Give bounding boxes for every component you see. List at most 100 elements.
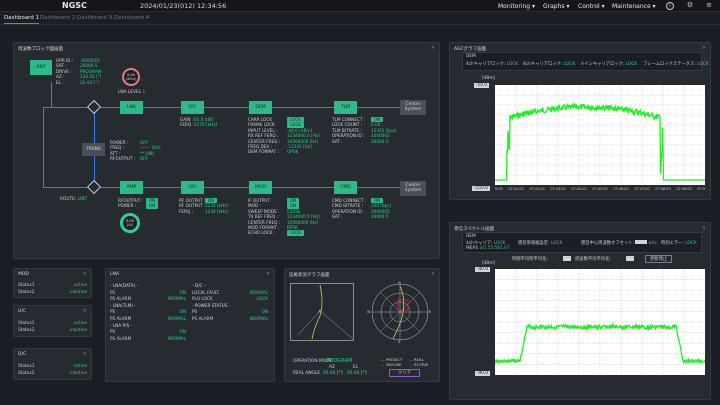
clock: 2024/01/23(012) 12:34:56 (140, 2, 227, 10)
trans-status: POWER : OFF FREQ : ------- [Hz] ATT : ** [d… (110, 140, 161, 162)
tab-dashboard-4[interactable]: Dashboard 4 (114, 15, 149, 21)
close-icon[interactable]: × (83, 271, 87, 277)
operation-mode-value: PROGRAM (327, 358, 353, 364)
close-icon[interactable]: × (83, 351, 87, 357)
x-tick-label: 07:44:00 (571, 187, 586, 191)
lna-level-label: LNA LEVEL 1 (118, 90, 146, 95)
menu-control[interactable]: Control ▾ (578, 3, 605, 10)
uc-block[interactable]: U/C (181, 181, 204, 194)
status-value: NORMAL (249, 315, 268, 321)
compass-n: N (398, 281, 401, 285)
dem-lock-strip: DEM 4chキャリアロック: LOCK 8chキャリアロック: LOCK メイ… (462, 52, 709, 71)
close-icon[interactable]: × (702, 225, 706, 231)
status-row: PLO LOCK LOCK (192, 296, 268, 303)
dc-panel: D/C × Status1 active Status2 inactive (13, 348, 92, 380)
close-icon[interactable]: × (83, 308, 87, 314)
spec-ytop[interactable]: -40.0 (475, 267, 491, 272)
panel-title: 追尾状況グラフ画面 (289, 273, 330, 278)
compass-w: W (367, 310, 371, 314)
tab-dashboard-1[interactable]: Dashboard 1 (4, 15, 40, 24)
tracking-panel: 追尾状況グラフ画面 × N E S W OPERATION MODE PROGRA… (284, 268, 440, 382)
menu-maintenance[interactable]: Maintenance ▾ (612, 3, 656, 10)
dem-status: CARR LOCK LOCK FRAME LOCK LOCK INPUT LEVEL… (248, 117, 320, 155)
stop-update-button[interactable]: 更新停止 (645, 255, 673, 263)
trans-block[interactable]: TRANS (82, 143, 105, 156)
status-key: PS ALARM (192, 315, 214, 321)
tab-dashboard-2[interactable]: Dashboard 2 (40, 15, 75, 21)
x-tick-label: 07:46:00 (613, 187, 628, 191)
menu-graphs[interactable]: Graphs ▾ (543, 3, 569, 10)
x-tick-label: 07:45:00 (592, 187, 607, 191)
status-value: NORMAL (249, 289, 268, 295)
status-key: PS ALARM (110, 296, 132, 302)
cmd-status: CMD CONNECT : ON CMD BITRATE :240 [bps] O… (332, 198, 392, 220)
x-tick-label: 07:47:00 (634, 187, 649, 191)
close-icon[interactable]: × (431, 271, 435, 277)
panel-title: U/C (18, 309, 26, 314)
uc-status: RF OUTPUT : ON RF OUTPUT :1234 [kHz] FERQ… (179, 198, 229, 214)
status-row: PS ALARM NORMAL (110, 336, 186, 343)
agc-ybot[interactable]: -150.0 (472, 186, 490, 191)
mod-block[interactable]: MOD (249, 181, 272, 194)
status-row: PS ON (192, 309, 268, 316)
tlm-block[interactable]: TLM (334, 101, 357, 114)
status-value: ON (179, 329, 186, 335)
dc-block[interactable]: D/C (181, 101, 204, 114)
x-tick-label: 07:42:00 (529, 187, 544, 191)
menu-monitoring[interactable]: Monitoring ▾ (498, 3, 535, 10)
compass-s: S (398, 340, 401, 343)
freq-avg-input[interactable] (626, 256, 634, 261)
time-avg-input[interactable] (563, 256, 571, 261)
uc-panel: U/C × Status1 active Status2 inactive (13, 305, 92, 337)
legend-skyline: — SKYLINE (381, 362, 402, 367)
amp-block[interactable]: AMP (120, 181, 143, 194)
route-label: ROUTE: LINT (60, 197, 88, 202)
splitter-diamond (86, 179, 102, 195)
status-row: PS ON (110, 329, 186, 336)
status-key: PS ALARM (110, 335, 132, 341)
dashboard-tabs: Dashboard 1 Dashboard 2 Dashboard 3 Dash… (0, 13, 720, 25)
target-box (397, 299, 409, 311)
splitter-diamond (86, 99, 102, 115)
x-tick-label: 07:41:00 (508, 187, 523, 191)
section-heading: - D/C - (192, 283, 206, 288)
top-bar: NGSC 2024/01/23(012) 12:34:56 Monitoring… (0, 0, 720, 12)
polar-plot: N E S W (367, 281, 431, 343)
close-icon[interactable]: × (266, 271, 270, 277)
dem-block[interactable]: DEM (249, 101, 272, 114)
legend-rf-trip: — RF-TRIP (409, 362, 429, 367)
agc-unit: [dBm] (482, 76, 496, 81)
status-value: ON (179, 289, 186, 295)
lna-block[interactable]: LNA (120, 101, 143, 114)
current-position-dot (318, 309, 322, 313)
info-icon[interactable]: i (666, 1, 674, 10)
status-row: PS ON (110, 290, 186, 297)
el-value: 90.00 (347, 371, 360, 376)
compass-e: E (429, 310, 431, 314)
az-value: 90.00 (323, 371, 336, 376)
az-el-plot (290, 283, 354, 341)
section-heading: - LNA(DATA) - (110, 283, 139, 288)
signal-line (43, 107, 44, 187)
status-value: NORMAL (167, 296, 186, 302)
panel-title: D/C (18, 352, 27, 357)
spec-ybot[interactable]: -90.0 (475, 371, 491, 376)
tab-dashboard-3[interactable]: Dashboard 3 (77, 15, 112, 21)
status-value: ON (179, 309, 186, 315)
clear-button[interactable]: クリア (389, 369, 420, 377)
gear-icon[interactable]: ⚙ (686, 1, 694, 10)
ant-block[interactable]: ANT (30, 60, 52, 75)
center-system-block[interactable]: Center System (400, 100, 426, 115)
close-icon[interactable]: × (702, 45, 706, 51)
amp-status: RFOUTPUT : ON POWER : ON (118, 198, 158, 209)
agc-ytop[interactable]: -50.0 (474, 83, 490, 88)
center-system-block[interactable]: Center System (400, 181, 426, 196)
mod-status: IF OUTPUT : ON MOD : ON SWEEP MODE : CLOSE … (248, 198, 320, 236)
dc-status: GAIN :60.0 [dB] FERQ :1270 [kHz] (180, 117, 218, 128)
block-diagram-panel: 周波数ブロック図画面 × ANT OPR ID : -0000001 SAT :2… (13, 42, 440, 259)
menu-icon[interactable]: ≡ (705, 1, 713, 10)
close-icon[interactable]: × (431, 45, 435, 51)
mod-panel: MOD × Status1 active Status2 inactive (13, 268, 92, 298)
ant-status: OPR ID : -0000001 SAT :20000-5 DRIVE : PRO… (56, 58, 102, 85)
cmd-block[interactable]: CMD (334, 181, 357, 194)
